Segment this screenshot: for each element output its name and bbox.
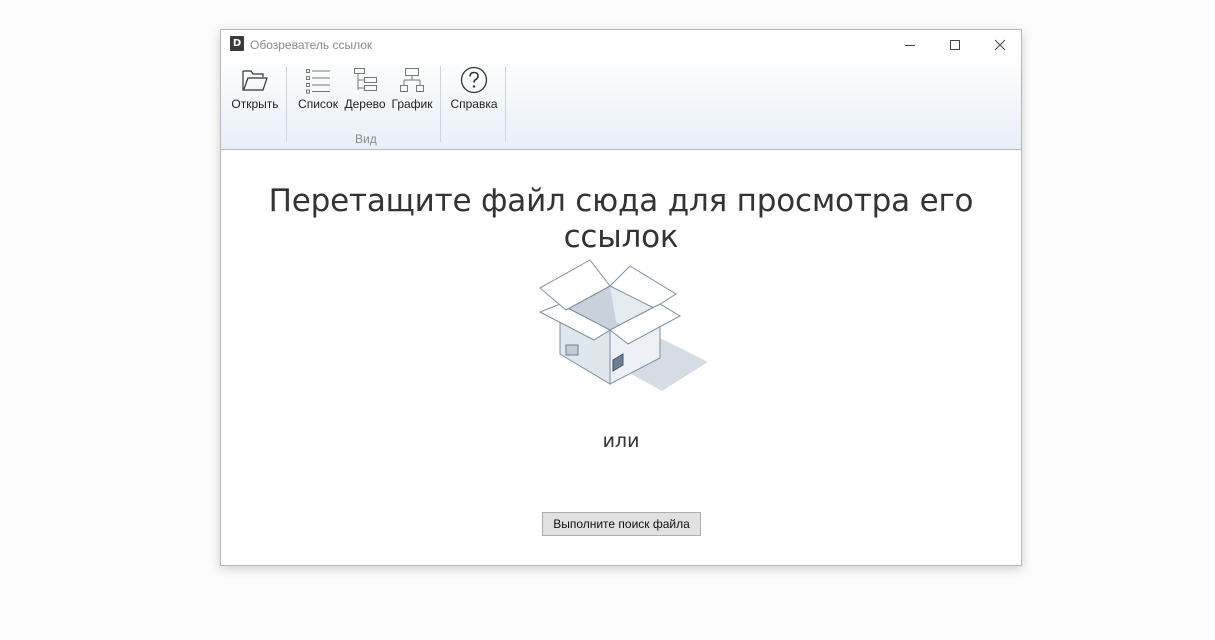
list-view-button[interactable]: Список <box>296 66 340 116</box>
help-button[interactable]: Справка <box>449 66 499 116</box>
close-icon <box>994 39 1006 50</box>
folder-open-icon <box>242 70 268 91</box>
open-label: Открыть <box>231 97 279 111</box>
open-box-illustration <box>538 259 708 391</box>
open-button[interactable]: Открыть <box>229 66 281 116</box>
list-view-icon <box>306 69 330 94</box>
minimize-icon <box>905 44 915 46</box>
maximize-button[interactable] <box>932 30 978 59</box>
window-title: Обозреватель ссылок <box>250 38 373 52</box>
graph-view-icon <box>400 68 424 92</box>
ribbon-separator <box>286 66 287 142</box>
ribbon-toolbar: Открыть Список Дерево График Вид Справка <box>221 60 1021 150</box>
app-icon: D <box>230 36 244 51</box>
or-text: или <box>602 430 640 452</box>
maximize-icon <box>950 39 960 50</box>
tree-label: Дерево <box>344 97 386 111</box>
title-bar[interactable]: D Обозреватель ссылок <box>221 30 1021 60</box>
tree-view-icon <box>354 68 377 91</box>
drop-zone-heading: Перетащите файл сюда для просмотра его с… <box>268 183 974 255</box>
ribbon-separator <box>505 66 506 142</box>
graph-view-button[interactable]: График <box>390 66 434 116</box>
minimize-button[interactable] <box>887 30 933 59</box>
graph-label: График <box>391 97 433 111</box>
list-label: Список <box>298 97 338 111</box>
help-question-icon <box>460 66 488 94</box>
view-group-label: Вид <box>355 132 377 146</box>
browse-file-button[interactable]: Выполните поиск файла <box>542 512 701 536</box>
tree-view-button[interactable]: Дерево <box>343 66 387 116</box>
ribbon-separator <box>440 66 441 142</box>
help-label: Справка <box>450 97 498 111</box>
close-button[interactable] <box>977 30 1023 59</box>
app-window: D Обозреватель ссылок Открыть Список Дер… <box>220 29 1022 566</box>
